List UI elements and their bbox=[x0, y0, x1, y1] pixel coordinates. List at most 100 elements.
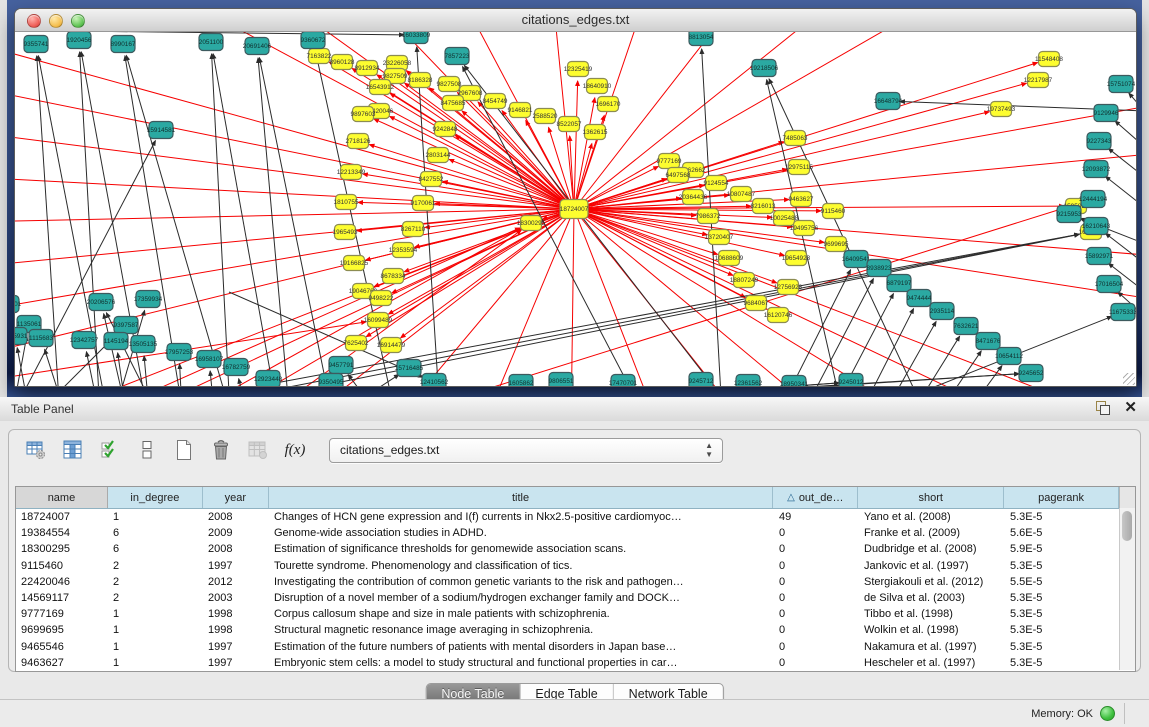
graph-node[interactable]: 9498222 bbox=[369, 291, 394, 306]
graph-node[interactable]: 1605862 bbox=[509, 375, 534, 387]
graph-node[interactable]: 20206576 bbox=[87, 294, 116, 311]
graph-node[interactable]: 9245012 bbox=[839, 374, 864, 387]
graph-node[interactable]: 9215953 bbox=[1057, 206, 1082, 223]
graph-node[interactable]: 12213349 bbox=[337, 165, 366, 180]
graph-node[interactable]: 7857223 bbox=[445, 48, 470, 65]
table-row[interactable]: 1872400712008Changes of HCN gene express… bbox=[16, 509, 1135, 525]
graph-node[interactable]: 6497568 bbox=[666, 168, 691, 183]
table-cell[interactable]: 5.3E-5 bbox=[1005, 560, 1120, 572]
table-header-row[interactable]: name in_degree year title △out_de… short… bbox=[16, 487, 1135, 509]
graph-node[interactable]: 18807249 bbox=[730, 273, 759, 288]
graph-node[interactable]: 16210643 bbox=[1082, 218, 1111, 235]
graph-node[interactable]: 18724007 bbox=[560, 200, 589, 219]
table-row[interactable]: 977716911998Corpus callosum shape and si… bbox=[16, 606, 1135, 622]
graph-node[interactable]: 9170061 bbox=[411, 196, 436, 211]
graph-node[interactable]: 7632621 bbox=[954, 318, 979, 335]
graph-node[interactable]: 12975115 bbox=[785, 160, 813, 175]
table-cell[interactable]: 6 bbox=[108, 543, 203, 555]
citation-graph[interactable]: 1872400771638228960128891293423226058982… bbox=[15, 32, 1136, 386]
graph-node[interactable]: 11675333 bbox=[1109, 304, 1136, 321]
table-row[interactable]: 1830029562008Estimation of significance … bbox=[16, 541, 1135, 557]
graph-node[interactable]: 9777169 bbox=[657, 154, 682, 169]
graph-node[interactable]: 8960128 bbox=[330, 55, 355, 70]
table-cell[interactable]: 5.5E-5 bbox=[1005, 576, 1120, 588]
graph-node[interactable]: 9227343 bbox=[1087, 133, 1112, 150]
node-table[interactable]: name in_degree year title △out_de… short… bbox=[15, 486, 1136, 672]
table-cell[interactable]: 0 bbox=[774, 624, 859, 636]
graph-node[interactable]: 9115460 bbox=[821, 204, 846, 219]
graph-node[interactable]: 2588520 bbox=[533, 109, 558, 124]
graph-node[interactable]: 1145194 bbox=[104, 333, 129, 350]
graph-node[interactable]: 7485063 bbox=[783, 131, 808, 146]
graph-node[interactable]: 9146821 bbox=[508, 103, 533, 118]
table-cell[interactable]: Wolkin et al. (1998) bbox=[859, 624, 1005, 636]
table-cell[interactable]: 1997 bbox=[203, 657, 269, 669]
row-height-button[interactable] bbox=[134, 437, 160, 463]
graph-node[interactable]: 16958107 bbox=[195, 351, 224, 368]
graph-node[interactable]: 12444194 bbox=[1079, 191, 1108, 208]
table-cell[interactable]: Disruption of a novel member of a sodium… bbox=[269, 592, 774, 604]
graph-node[interactable]: 8475685 bbox=[441, 96, 466, 111]
table-cell[interactable]: 5.3E-5 bbox=[1005, 657, 1120, 669]
table-cell[interactable]: 1998 bbox=[203, 624, 269, 636]
graph-node[interactable]: 19153101 bbox=[15, 296, 22, 313]
graph-node[interactable]: 8471676 bbox=[976, 333, 1001, 350]
table-cell[interactable]: Franke et al. (2009) bbox=[859, 527, 1005, 539]
table-cell[interactable]: 5.9E-5 bbox=[1005, 543, 1120, 555]
network-window[interactable]: citations_edges.txt 18724007716382289601… bbox=[14, 8, 1137, 387]
graph-node[interactable]: 8522057 bbox=[557, 117, 582, 132]
table-cell[interactable]: 1997 bbox=[203, 560, 269, 572]
table-cell[interactable]: 0 bbox=[774, 576, 859, 588]
table-cell[interactable]: 1 bbox=[108, 608, 203, 620]
table-cell[interactable]: Nakamura et al. (1997) bbox=[859, 641, 1005, 653]
graph-node[interactable]: 2718126 bbox=[346, 134, 371, 149]
table-cell[interactable]: Corpus callosum shape and size in male p… bbox=[269, 608, 774, 620]
table-cell[interactable]: 1 bbox=[108, 624, 203, 636]
table-cell[interactable]: 2008 bbox=[203, 543, 269, 555]
table-cell[interactable]: 5.6E-5 bbox=[1005, 527, 1120, 539]
graph-node[interactable]: 16648794 bbox=[874, 93, 903, 110]
graph-node[interactable]: 8454749 bbox=[483, 94, 508, 109]
graph-node[interactable]: 16099489 bbox=[364, 313, 393, 328]
table-selector-dropdown[interactable]: citations_edges.txt ▲▼ bbox=[329, 438, 723, 463]
graph-node[interactable]: 13505135 bbox=[129, 336, 158, 353]
header-out-degree[interactable]: △out_de… bbox=[773, 487, 858, 508]
graph-node[interactable]: 16782759 bbox=[222, 359, 251, 376]
table-cell[interactable]: Stergiakouli et al. (2012) bbox=[859, 576, 1005, 588]
table-cell[interactable]: 2008 bbox=[203, 511, 269, 523]
table-cell[interactable]: Embryonic stem cells: a model to study s… bbox=[269, 657, 774, 669]
graph-node[interactable]: 16033809 bbox=[402, 32, 431, 44]
graph-node[interactable]: 2935114 bbox=[930, 303, 955, 320]
table-cell[interactable]: 5.3E-5 bbox=[1005, 511, 1120, 523]
table-cell[interactable]: Changes of HCN gene expression and I(f) … bbox=[269, 511, 774, 523]
graph-node[interactable]: 16543912 bbox=[366, 80, 395, 95]
table-column-button[interactable] bbox=[60, 437, 86, 463]
table-scrollbar[interactable] bbox=[1119, 508, 1135, 670]
graph-node[interactable]: 9355741 bbox=[24, 36, 49, 53]
table-cell[interactable]: 0 bbox=[774, 608, 859, 620]
graph-node[interactable]: 19218506 bbox=[750, 60, 779, 77]
table-cell[interactable]: 18724007 bbox=[16, 511, 108, 523]
graph-node[interactable]: 8678334 bbox=[381, 269, 406, 284]
resize-grip-icon[interactable] bbox=[1123, 373, 1135, 385]
graph-node[interactable]: 18300295 bbox=[517, 216, 546, 231]
select-columns-button[interactable] bbox=[97, 437, 123, 463]
graph-node[interactable]: 9806551 bbox=[549, 373, 574, 387]
graph-node[interactable]: 17470701 bbox=[609, 375, 638, 387]
graph-node[interactable]: 19737493 bbox=[987, 102, 1016, 117]
table-cell[interactable]: Investigating the contribution of common… bbox=[269, 576, 774, 588]
table-cell[interactable]: 0 bbox=[774, 560, 859, 572]
table-cell[interactable]: Estimation of significance thresholds fo… bbox=[269, 543, 774, 555]
graph-node[interactable]: 12342757 bbox=[70, 332, 99, 349]
graph-node[interactable]: 9699695 bbox=[824, 237, 849, 252]
table-panel-header[interactable]: Table Panel ✕ bbox=[0, 397, 1149, 422]
graph-node[interactable]: 8938923 bbox=[867, 260, 892, 277]
table-cell[interactable]: 49 bbox=[774, 511, 859, 523]
graph-node[interactable]: 8427552 bbox=[419, 172, 444, 187]
graph-node[interactable]: 17359934 bbox=[134, 291, 163, 308]
table-cell[interactable]: 1 bbox=[108, 641, 203, 653]
graph-node[interactable]: 15914581 bbox=[147, 122, 176, 139]
table-cell[interactable]: Estimation of the future numbers of pati… bbox=[269, 641, 774, 653]
graph-node[interactable]: 10654112 bbox=[995, 348, 1023, 365]
graph-node[interactable]: 18640910 bbox=[583, 79, 612, 94]
